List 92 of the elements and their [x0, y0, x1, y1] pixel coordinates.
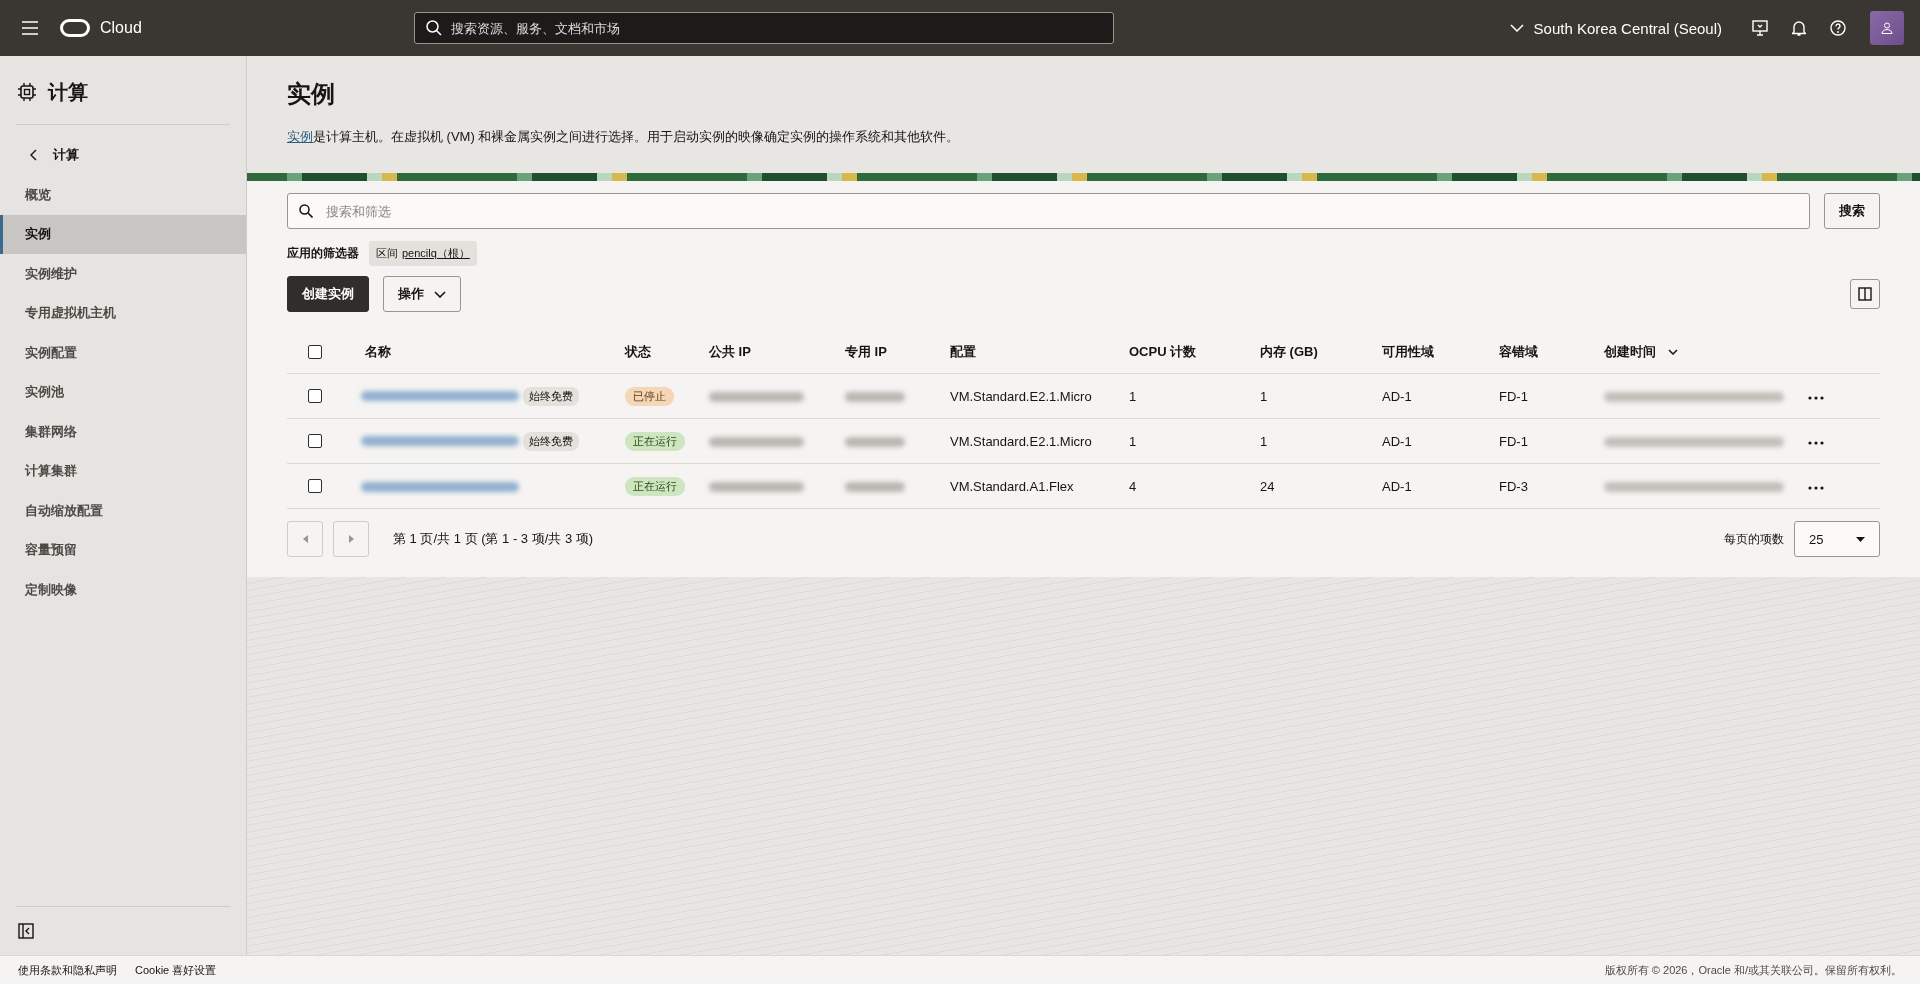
caret-down-icon: [1856, 536, 1865, 542]
column-header[interactable]: 内存 (GB): [1260, 343, 1318, 359]
search-field[interactable]: 搜索和筛选: [287, 193, 1810, 229]
column-header[interactable]: 配置: [950, 343, 976, 359]
table-cell: 1: [1260, 433, 1268, 449]
columns-icon: [1858, 287, 1872, 301]
sidebar-item[interactable]: 容量预留: [0, 530, 246, 570]
pagination-summary: 第 1 页/共 1 页 (第 1 - 3 项/共 3 项): [393, 530, 594, 548]
sidebar-item[interactable]: 实例池: [0, 372, 246, 412]
monitor-icon[interactable]: [1752, 20, 1768, 36]
triangle-left-icon: [302, 535, 308, 543]
description-link[interactable]: 实例: [287, 129, 313, 144]
table-cell: VM.Standard.A1.Flex: [950, 478, 1074, 494]
table-cell: AD-1: [1382, 478, 1412, 494]
columns-button[interactable]: [1850, 279, 1880, 309]
column-header[interactable]: 可用性域: [1382, 343, 1434, 359]
sidebar-item[interactable]: 计算集群: [0, 451, 246, 491]
region-selector[interactable]: South Korea Central (Seoul): [1505, 15, 1726, 41]
create-instance-button[interactable]: 创建实例: [287, 276, 369, 312]
table-cell: FD-1: [1499, 388, 1528, 404]
row-checkbox[interactable]: [308, 434, 322, 448]
status-badge: 正在运行: [625, 476, 685, 496]
chevron-down-icon: [434, 290, 446, 298]
table-cell: 1: [1129, 433, 1137, 449]
table-cell: AD-1: [1382, 433, 1412, 449]
avatar[interactable]: [1870, 11, 1904, 45]
select-all-checkbox[interactable]: [308, 344, 322, 359]
page-title: 实例: [287, 79, 336, 109]
column-header: 创建时间: [1604, 342, 1656, 361]
row-checkbox[interactable]: [308, 479, 322, 493]
column-header[interactable]: 专用 IP: [845, 343, 887, 359]
table-cell: FD-3: [1499, 478, 1528, 494]
free-tier-badge: 始终免费: [523, 386, 579, 406]
filter-chip[interactable]: 区间 pencilq（根）: [369, 241, 477, 266]
brand-name[interactable]: Cloud: [100, 19, 142, 37]
back-link[interactable]: 计算: [0, 135, 246, 175]
free-tier-badge: 始终免费: [523, 431, 579, 451]
blurred-ip: [845, 392, 905, 403]
column-header[interactable]: OCPU 计数: [1129, 343, 1197, 359]
table-cell: AD-1: [1382, 388, 1412, 404]
chevron-down-icon: [1509, 24, 1524, 32]
status-badge: 已停止: [625, 386, 674, 406]
sidebar-item[interactable]: 专用虚拟机主机: [0, 293, 246, 333]
sort-column-header[interactable]: 创建时间: [1604, 342, 1678, 361]
sidebar-item[interactable]: 集群网络: [0, 412, 246, 452]
more-icon: [1808, 441, 1824, 445]
per-page-label: 每页的项数: [1724, 530, 1784, 548]
sidebar-item[interactable]: 实例配置: [0, 333, 246, 373]
footer-link[interactable]: 使用条款和隐私声明: [18, 962, 117, 978]
blurred-ip: [845, 437, 905, 448]
chip-icon: [18, 83, 36, 101]
per-page-select[interactable]: 25: [1794, 521, 1880, 557]
menu-icon[interactable]: [22, 21, 38, 35]
sidebar-title: 计算: [48, 79, 88, 105]
sidebar-item[interactable]: 实例维护: [0, 254, 246, 294]
table-cell: VM.Standard.E2.1.Micro: [950, 433, 1092, 449]
column-header[interactable]: 公共 IP: [709, 343, 751, 359]
search-icon: [299, 204, 313, 218]
sidebar-item[interactable]: 自动缩放配置: [0, 491, 246, 531]
help-icon[interactable]: [1830, 20, 1846, 36]
search-field[interactable]: 搜索资源、服务、文档和市场: [413, 12, 1114, 44]
notifications-icon[interactable]: [1792, 20, 1806, 36]
table-cell: 1: [1260, 388, 1268, 404]
more-icon: [1808, 396, 1824, 400]
table-cell: FD-1: [1499, 433, 1528, 449]
page-description: 实例是计算主机。在虚拟机 (VM) 和裸金属实例之间进行选择。用于启动实例的映像确定实例的操作系统和其他软件。: [287, 128, 961, 146]
column-header[interactable]: 名称: [365, 343, 391, 359]
column-header[interactable]: 容错域: [1499, 343, 1538, 359]
row-checkbox[interactable]: [308, 389, 322, 403]
filters-label: 应用的筛选器: [287, 245, 359, 262]
column-header[interactable]: 状态: [625, 343, 651, 359]
chevron-down-icon: [1668, 348, 1678, 355]
table-cell: 1: [1129, 388, 1137, 404]
chevron-left-icon: [30, 149, 37, 161]
copyright-text: 版权所有 © 2026，Oracle 和/或其关联公司。保留所有权利。: [1604, 962, 1902, 978]
blurred-ip: [845, 482, 905, 493]
table-cell: 24: [1260, 478, 1275, 494]
sidebar-item[interactable]: 实例: [0, 214, 246, 254]
collapse-panel-icon[interactable]: [18, 923, 34, 939]
search-button[interactable]: 搜索: [1824, 193, 1880, 229]
search-icon: [425, 20, 442, 36]
table-cell: 4: [1129, 478, 1137, 494]
footer-link[interactable]: Cookie 喜好设置: [135, 962, 217, 978]
status-badge: 正在运行: [625, 431, 685, 451]
more-icon: [1808, 486, 1824, 490]
table-cell: VM.Standard.E2.1.Micro: [950, 388, 1092, 404]
triangle-right-icon: [348, 535, 354, 543]
actions-button[interactable]: 操作: [383, 276, 461, 312]
sidebar-item[interactable]: 概览: [0, 175, 246, 215]
logo-icon[interactable]: [60, 19, 90, 37]
sidebar-item[interactable]: 定制映像: [0, 570, 246, 610]
person-icon: [1881, 22, 1893, 34]
